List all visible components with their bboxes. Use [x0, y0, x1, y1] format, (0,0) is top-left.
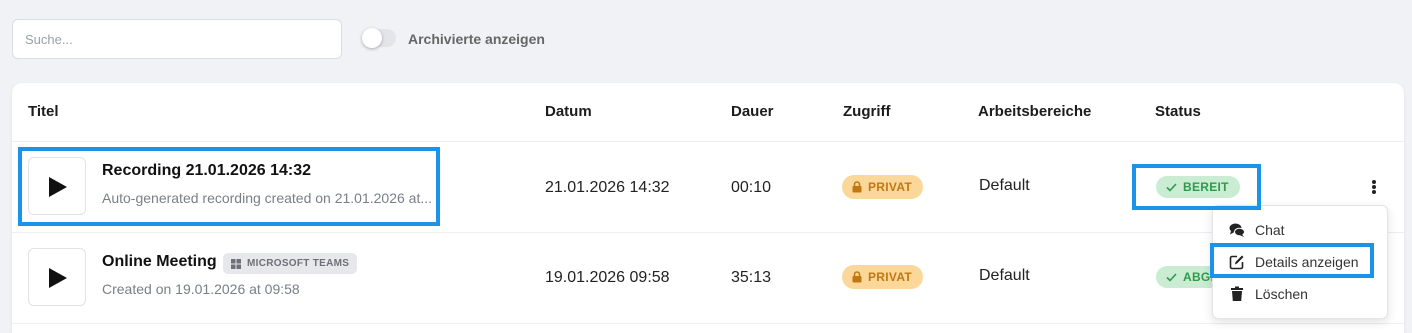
archived-toggle[interactable]: [362, 28, 396, 48]
lock-icon: [852, 181, 862, 193]
column-header-title[interactable]: Titel: [28, 103, 59, 120]
play-icon: [49, 177, 67, 197]
play-icon: [49, 268, 67, 288]
play-button[interactable]: [28, 157, 86, 215]
status-badge-label: BEREIT: [1183, 180, 1229, 194]
trash-icon: [1231, 286, 1243, 301]
header-divider: [12, 141, 1404, 142]
kebab-dot: [1372, 180, 1376, 184]
menu-item-show-details[interactable]: Details anzeigen: [1213, 246, 1389, 278]
recording-description: Auto-generated recording created on 21.0…: [102, 190, 433, 206]
recording-title[interactable]: Recording 21.01.2026 14:32: [102, 162, 311, 180]
column-header-date[interactable]: Datum: [545, 103, 592, 120]
column-header-access[interactable]: Zugriff: [843, 103, 890, 120]
recording-description: Created on 19.01.2026 at 09:58: [102, 281, 300, 297]
access-badge-label: PRIVAT: [868, 180, 913, 194]
play-button[interactable]: [28, 248, 86, 306]
menu-item-label: Chat: [1255, 222, 1285, 238]
kebab-dot: [1372, 185, 1376, 189]
recording-date: 19.01.2026 09:58: [545, 269, 670, 286]
menu-item-delete[interactable]: Löschen: [1213, 278, 1389, 310]
recording-title[interactable]: Online Meeting: [102, 253, 217, 271]
edit-icon: [1229, 255, 1244, 270]
column-header-duration[interactable]: Dauer: [731, 103, 774, 120]
toggle-knob: [362, 28, 382, 48]
status-badge: BEREIT: [1156, 176, 1240, 198]
search-input[interactable]: [12, 19, 342, 59]
archived-toggle-label: Archivierte anzeigen: [408, 31, 545, 47]
access-badge-label: PRIVAT: [868, 270, 913, 284]
row-divider: [12, 323, 1404, 324]
lock-icon: [852, 271, 862, 283]
check-icon: [1166, 182, 1177, 192]
recording-duration: 00:10: [731, 179, 772, 196]
recording-duration: 35:13: [731, 269, 772, 286]
row-actions-menu: Chat Details anzeigen Löschen: [1212, 205, 1388, 319]
recording-workspace: Default: [979, 267, 1030, 284]
recording-date: 21.01.2026 14:32: [545, 179, 670, 196]
source-badge: MICROSOFT TEAMS: [223, 253, 358, 274]
menu-item-label: Löschen: [1255, 286, 1308, 302]
row-divider: [12, 232, 1404, 233]
access-badge: PRIVAT: [842, 175, 924, 199]
access-badge: PRIVAT: [842, 265, 924, 289]
comments-icon: [1229, 223, 1245, 237]
kebab-dot: [1372, 190, 1376, 194]
menu-item-label: Details anzeigen: [1255, 254, 1359, 270]
menu-item-chat[interactable]: Chat: [1213, 214, 1389, 246]
check-icon: [1166, 272, 1177, 282]
source-badge-label: MICROSOFT TEAMS: [247, 258, 350, 269]
column-header-workspaces[interactable]: Arbeitsbereiche: [978, 103, 1091, 120]
row-actions-menu-button[interactable]: [1356, 174, 1392, 200]
recording-workspace: Default: [979, 177, 1030, 194]
windows-icon: [231, 258, 241, 269]
column-header-status[interactable]: Status: [1155, 103, 1201, 120]
